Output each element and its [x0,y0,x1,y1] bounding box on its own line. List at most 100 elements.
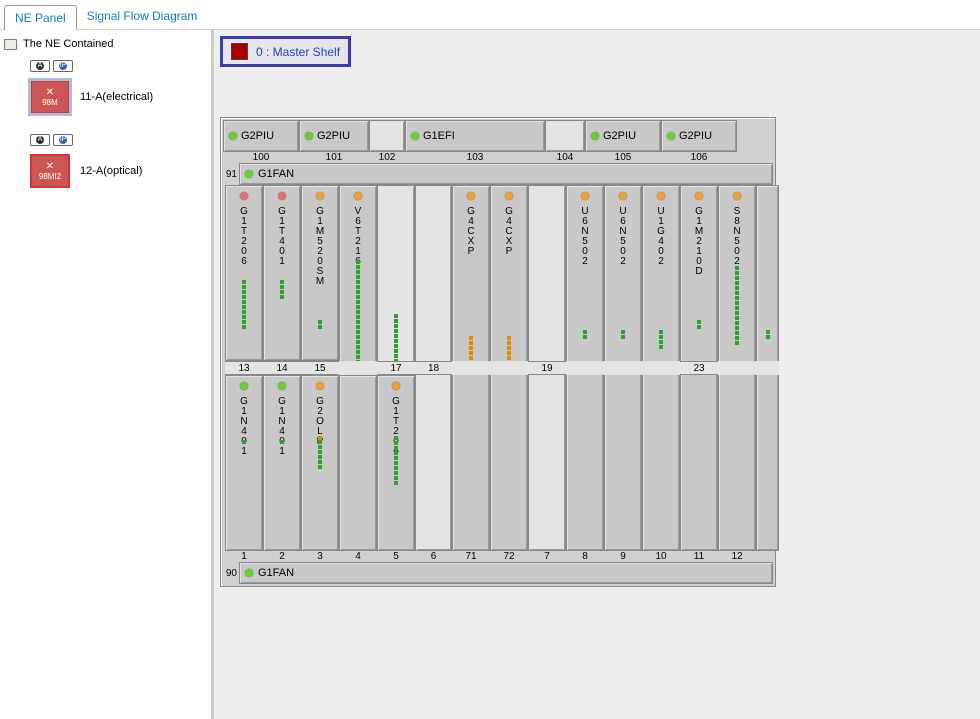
module-label: G2PIU [317,130,350,142]
card-slot[interactable]: G1T206 [377,375,415,551]
status-led-icon [667,132,675,140]
shelf-led-icon [231,43,248,60]
slot-number: 9 [604,551,642,562]
card-label: G4CXP [466,206,477,256]
slot-number [642,361,680,375]
status-led-icon [505,192,513,200]
port-indicators [242,280,246,330]
port-indicators [766,330,770,340]
status-led-icon [581,192,589,200]
port-indicators [280,280,284,300]
shelf-selector[interactable]: 0 : Master Shelf [220,36,351,67]
card-slot[interactable]: G1N401 [263,375,301,551]
slot-number: 105 [585,152,661,163]
slot-number: 12 [718,551,756,562]
status-led-icon [240,192,248,200]
module-label: G2PIU [603,130,636,142]
top-module [545,120,585,152]
tree-item-12a[interactable]: ✕98MI2 12-A(optical) [30,146,214,188]
card-label: G1T206 [239,206,250,266]
slot-number [604,361,642,375]
card-slot[interactable] [339,375,377,551]
port-indicators [242,440,246,445]
status-led-icon [245,170,253,178]
slot-number: 103 [405,152,545,163]
card-label: G1N401 [239,396,250,456]
slot-number: 102 [369,152,405,163]
status-led-icon [229,132,237,140]
slot-number [339,361,377,375]
slot-number [566,361,604,375]
slot-number: 10 [642,551,680,562]
fan-module[interactable]: G1FAN [239,562,773,584]
status-led-icon [411,132,419,140]
tree-item-11a[interactable]: ✕98M 11-A(electrical) [30,72,214,114]
status-led-icon [467,192,475,200]
slot-number: 106 [661,152,737,163]
slot-number: 5 [377,551,415,562]
fan-label: G1FAN [258,567,294,579]
port-indicators [318,440,322,470]
node-badges: A IP [30,134,214,146]
slot-number: 17 [377,361,415,375]
fan-label: G1FAN [258,168,294,180]
status-led-icon [278,192,286,200]
status-led-icon [316,382,324,390]
top-module[interactable]: G2PIU [661,120,737,152]
status-led-icon [316,192,324,200]
tab-signal-flow[interactable]: Signal Flow Diagram [77,4,208,29]
port-indicators [280,440,284,445]
status-led-icon [245,569,253,577]
slot-number: 104 [545,152,585,163]
card-label: V6T216 [353,206,364,266]
port-indicators [735,266,739,346]
card-slot[interactable]: G2OLP [301,375,339,551]
node-badges: A IP [30,60,214,72]
rack-view: G2PIUG2PIUG1EFIG2PIUG2PIU 10010110210310… [220,117,776,587]
card-slot[interactable]: G1T206 [225,185,263,361]
slot-number: 72 [490,551,528,562]
status-led-icon [354,192,362,200]
top-module [369,120,405,152]
status-led-icon [591,132,599,140]
tree-panel: The NE Contained A IP ✕98M 11-A(electric… [0,30,214,719]
card-label: U6N502 [580,206,591,266]
status-led-icon [695,192,703,200]
status-led-icon [733,192,741,200]
slot-number: 101 [299,152,369,163]
slot-number: 2 [263,551,301,562]
slot-number: 14 [263,361,301,375]
fan-module[interactable]: G1FAN [239,163,773,185]
card-slot[interactable]: G1N401 [225,375,263,551]
slot-number: 6 [415,551,452,562]
folder-icon [4,39,17,50]
status-led-icon [657,192,665,200]
slot-number: 3 [301,551,339,562]
slot-number: 11 [680,551,718,562]
tab-ne-panel[interactable]: NE Panel [4,5,77,30]
slot-number: 71 [452,551,490,562]
slot-number [452,361,490,375]
top-module[interactable]: G2PIU [223,120,299,152]
slot-number: 91 [223,169,239,180]
tree-item-label: 12-A(optical) [80,165,142,177]
top-module[interactable]: G1EFI [405,120,545,152]
ne-chip-icon: ✕98MI2 [30,154,70,188]
card-slot[interactable]: G1T401 [263,185,301,361]
tree-root[interactable]: The NE Contained [0,36,214,52]
status-led-icon [619,192,627,200]
top-module[interactable]: G2PIU [299,120,369,152]
ne-chip-icon: ✕98M [30,80,70,114]
status-led-icon [392,382,400,390]
status-led-icon [278,382,286,390]
tree-root-label: The NE Contained [23,38,114,50]
status-led-icon [240,382,248,390]
port-indicators [583,330,587,340]
card-slot[interactable]: G1M520SM [301,185,339,361]
slot-number: 100 [223,152,299,163]
card-label: S8N502 [732,206,743,266]
slot-number: 19 [528,361,566,375]
status-led-icon [305,132,313,140]
top-module[interactable]: G2PIU [585,120,661,152]
module-label: G2PIU [241,130,274,142]
